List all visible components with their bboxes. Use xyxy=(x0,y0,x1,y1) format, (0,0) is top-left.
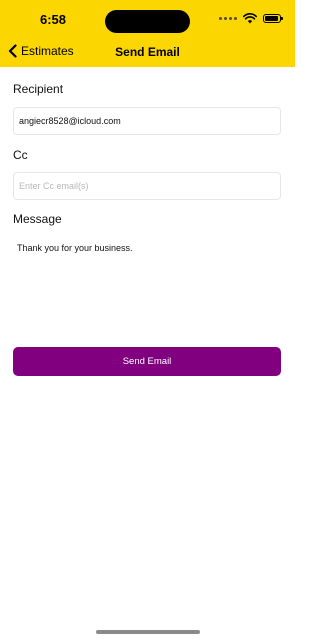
battery-icon xyxy=(263,14,283,23)
recipient-field-box xyxy=(13,107,281,135)
cc-label: Cc xyxy=(13,148,28,162)
cc-input[interactable] xyxy=(19,181,280,191)
message-label: Message xyxy=(13,212,62,226)
status-time: 6:58 xyxy=(40,12,67,27)
message-textarea[interactable]: Thank you for your business. xyxy=(17,243,277,253)
signal-icon xyxy=(219,17,237,20)
recipient-input[interactable] xyxy=(19,116,280,126)
send-email-button[interactable]: Send Email xyxy=(13,347,281,376)
dynamic-island xyxy=(105,10,190,33)
header-bar: 6:58 Estimates Send Email xyxy=(0,0,295,67)
recipient-label: Recipient xyxy=(13,82,64,96)
status-indicators xyxy=(219,13,283,24)
wifi-icon xyxy=(243,13,257,24)
cc-field-box xyxy=(13,172,281,200)
page-title: Send Email xyxy=(115,45,180,59)
home-indicator xyxy=(96,630,200,634)
